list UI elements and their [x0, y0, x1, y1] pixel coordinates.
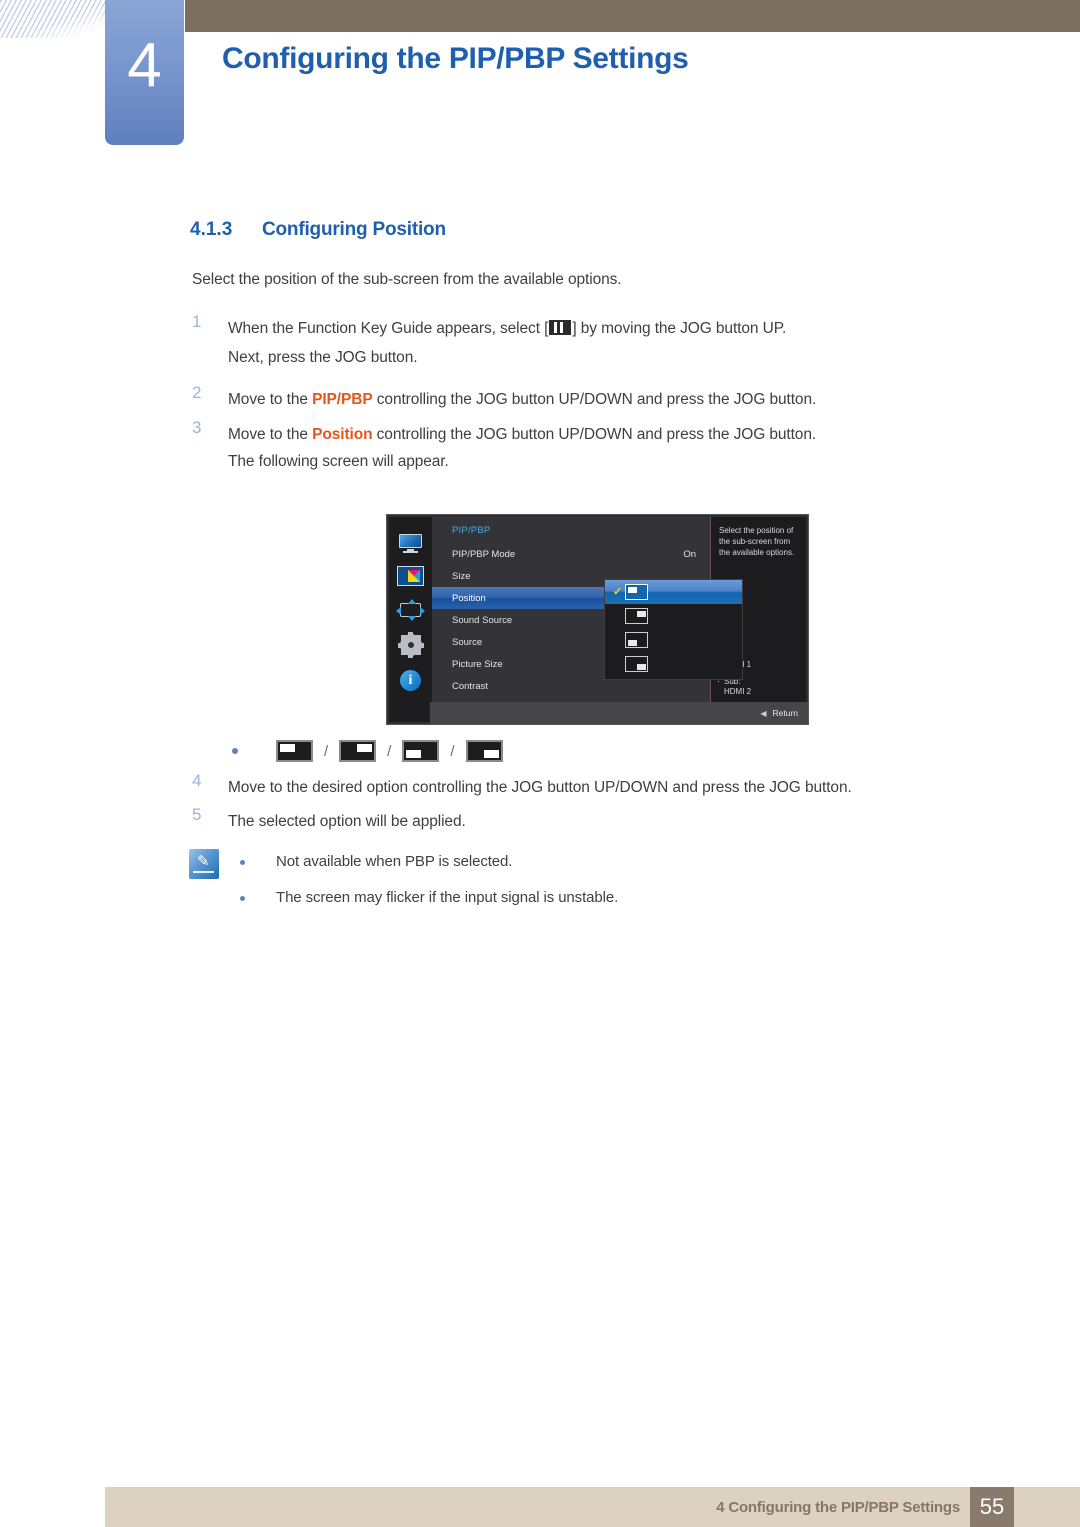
monitor-icon[interactable] — [398, 534, 423, 553]
legend-separator: / — [324, 742, 329, 760]
header-bar — [185, 0, 1080, 32]
position-option-bottom-right[interactable] — [605, 652, 742, 676]
position-option-bottom-left[interactable] — [605, 628, 742, 652]
osd-row-value: On — [683, 548, 696, 560]
manual-page: 4 Configuring the PIP/PBP Settings 4.1.3… — [0, 0, 1080, 1527]
osd-row-position[interactable]: Position — [432, 587, 610, 609]
step-4: 4 Move to the desired option controlling… — [192, 771, 852, 804]
position-preview-bottom-left — [625, 632, 648, 648]
bullet-icon — [240, 896, 245, 901]
legend-position-bottom-right — [465, 740, 503, 762]
return-arrow-icon: ◀ — [760, 708, 767, 718]
step-3: 3 Move to the Position controlling the J… — [192, 418, 816, 451]
section-intro: Select the position of the sub-screen fr… — [192, 271, 622, 288]
step-3-number: 3 — [192, 418, 202, 437]
legend-separator: / — [387, 742, 392, 760]
step-2-keyword: PIP/PBP — [312, 391, 373, 408]
step-1-number: 1 — [192, 312, 202, 331]
osd-menu-panel: PIP/PBP PIP/PBP Mode On Size Position So… — [432, 517, 743, 722]
step-3-text: Move to the Position controlling the JOG… — [228, 418, 816, 451]
bullet-icon — [232, 748, 238, 754]
onscreen-display-icon[interactable] — [396, 599, 425, 621]
osd-row-label: Picture Size — [452, 658, 503, 670]
section-title: Configuring Position — [262, 219, 446, 240]
header-hatch-decoration — [0, 0, 105, 38]
osd-row-pip-pbp-mode[interactable]: PIP/PBP Mode On — [432, 543, 710, 565]
osd-description-text: Select the position of the sub-screen fr… — [719, 526, 795, 557]
note-text: The screen may flicker if the input sign… — [276, 889, 619, 906]
osd-row-label: PIP/PBP Mode — [452, 548, 516, 560]
legend-separator: / — [450, 742, 455, 760]
step-2-text: Move to the PIP/PBP controlling the JOG … — [228, 383, 816, 416]
bullet-icon: · — [717, 676, 720, 686]
footer-page-number: 55 — [970, 1487, 1014, 1527]
step-2: 2 Move to the PIP/PBP controlling the JO… — [192, 383, 816, 416]
osd-icon-sidebar: i — [389, 517, 432, 722]
position-preview-top-right — [625, 608, 648, 624]
osd-row-label: Sound Source — [452, 614, 513, 626]
step-5-text: The selected option will be applied. — [228, 813, 466, 830]
step-2-text-before: Move to the — [228, 391, 313, 408]
step-4-number: 4 — [192, 771, 202, 790]
position-option-top-left[interactable]: ✓ — [605, 580, 742, 604]
note-text: Not available when PBP is selected. — [276, 853, 513, 870]
osd-row-label: Size — [452, 570, 471, 582]
position-legend: / / / — [232, 740, 503, 762]
chapter-title: Configuring the PIP/PBP Settings — [222, 42, 689, 75]
step-3-text-before: Move to the — [228, 426, 313, 443]
osd-return-label[interactable]: Return — [772, 708, 798, 718]
note-item: Not available when PBP is selected. — [240, 851, 618, 873]
osd-screenshot: i PIP/PBP PIP/PBP Mode On Size Position — [386, 514, 809, 725]
note-item: The screen may flicker if the input sign… — [240, 887, 618, 909]
step-4-text: Move to the desired option controlling t… — [228, 779, 852, 796]
osd-source-sub: · Sub: HDMI 2 — [717, 677, 802, 697]
legend-position-bottom-left — [402, 740, 440, 762]
step-5-number: 5 — [192, 805, 202, 824]
step-1-text-after: ] by moving the JOG button UP. — [572, 320, 787, 337]
bullet-icon — [240, 860, 245, 865]
note-pen-icon: ✎ — [189, 849, 219, 879]
step-1-continuation: Next, press the JOG button. — [228, 349, 418, 366]
section-heading: 4.1.3 Configuring Position — [190, 219, 446, 241]
step-3-continuation: The following screen will appear. — [228, 453, 449, 470]
footer-text: 4 Configuring the PIP/PBP Settings — [716, 1499, 960, 1516]
section-number: 4.1.3 — [190, 219, 233, 240]
information-icon[interactable]: i — [400, 670, 421, 691]
position-option-top-right[interactable] — [605, 604, 742, 628]
legend-position-top-right — [339, 740, 377, 762]
osd-footer: ◀ Return — [430, 702, 808, 724]
note-list: Not available when PBP is selected. The … — [240, 851, 618, 923]
osd-source-sub-value: HDMI 2 — [724, 687, 752, 696]
step-5: 5 The selected option will be applied. — [192, 805, 466, 838]
step-1: 1 When the Function Key Guide appears, s… — [192, 312, 786, 345]
step-1-text-before: When the Function Key Guide appears, sel… — [228, 320, 549, 337]
chapter-number-tab: 4 — [105, 0, 184, 145]
system-gear-icon[interactable] — [397, 632, 424, 658]
check-icon: ✓ — [613, 585, 623, 598]
step-3-text-after: controlling the JOG button UP/DOWN and p… — [372, 426, 817, 443]
position-preview-top-left — [625, 584, 648, 600]
position-preview-bottom-right — [625, 656, 648, 672]
step-2-text-after: controlling the JOG button UP/DOWN and p… — [372, 391, 817, 408]
step-2-number: 2 — [192, 383, 202, 402]
legend-position-top-left — [276, 740, 313, 762]
osd-row-label: Source — [452, 636, 483, 648]
step-3-keyword: Position — [312, 426, 373, 443]
step-1-text: When the Function Key Guide appears, sel… — [228, 312, 786, 345]
osd-row-label: Position — [452, 592, 486, 604]
pip-pbp-icon[interactable] — [397, 566, 424, 586]
position-dropdown: ✓ — [604, 579, 743, 680]
pip-pbp-icon — [549, 320, 572, 335]
osd-menu-title: PIP/PBP — [452, 525, 491, 536]
osd-row-label: Contrast — [452, 680, 488, 692]
